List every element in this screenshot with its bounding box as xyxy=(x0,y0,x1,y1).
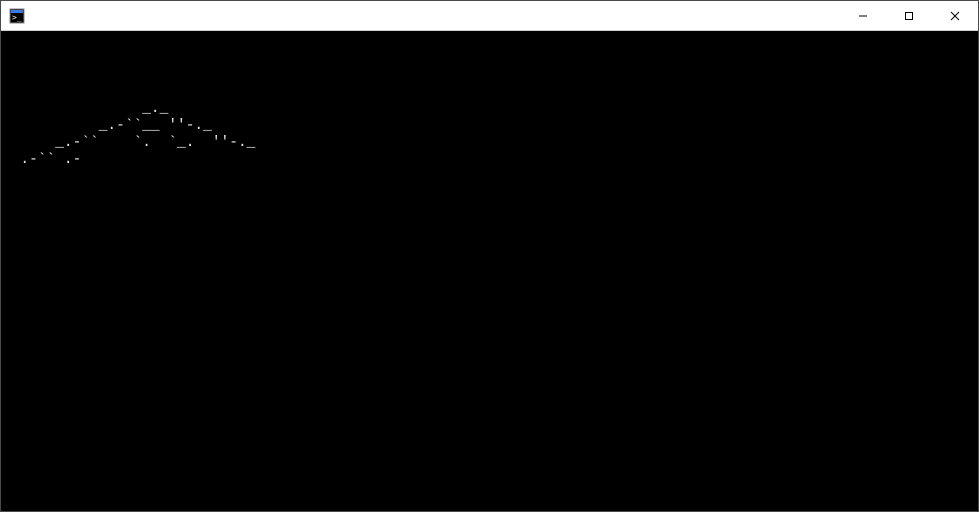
svg-text:>_: >_ xyxy=(12,13,22,22)
window-controls xyxy=(840,1,978,30)
titlebar[interactable]: >_ xyxy=(1,1,978,31)
minimize-button[interactable] xyxy=(840,1,886,30)
close-button[interactable] xyxy=(932,1,978,30)
terminal-output[interactable]: _._ _.-``__ ''-._ _.-`` `. `_. ''-._ .-`… xyxy=(1,31,978,511)
app-icon: >_ xyxy=(9,8,25,24)
terminal-area: _._ _.-``__ ''-._ _.-`` `. `_. ''-._ .-`… xyxy=(1,31,978,511)
console-window: >_ _._ _.-``__ ''-._ _.-`` `. `_. ''-._ xyxy=(0,0,979,512)
maximize-button[interactable] xyxy=(886,1,932,30)
